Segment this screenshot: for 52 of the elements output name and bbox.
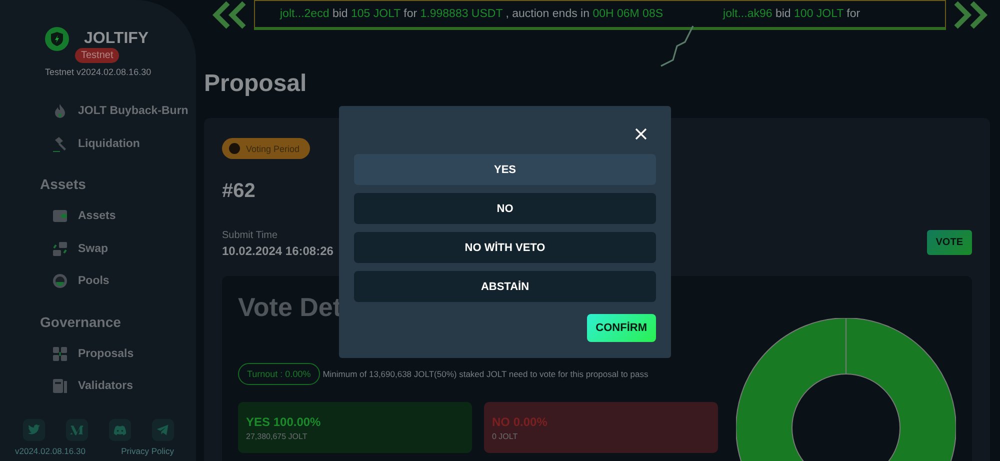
grid-icon [52,346,68,362]
result-percentage: NO 0.00% [492,414,548,428]
close-button[interactable] [635,128,647,140]
ticker-message: jolt...2ecd bid 105 JOLT for 1.998883 USDT , auction ends in 00H 06M 08S [280,8,664,20]
vote-button[interactable]: VOTE [926,230,972,255]
vote-option[interactable]: NO [354,193,656,224]
medium-icon [70,422,84,436]
shield-logo-icon [45,27,69,51]
page-title: Proposal [204,70,307,98]
submit-time-label: Submit Time [222,230,279,241]
hammer-icon [52,136,68,152]
status-badge: Voting Period [222,138,310,159]
sidebar-item[interactable]: Proposals [40,338,196,370]
sidebar-item[interactable]: Liquidation [40,128,196,160]
confirm-button[interactable]: CONFİRM [586,314,656,342]
swap-icon [52,240,68,257]
result-amount: 27,380,675 JOLT [246,432,308,440]
section-heading: Assets [40,176,87,192]
brand-name: JOLTIFY [84,30,149,48]
ticker-message: jolt...ak96 bid 100 JOLT for [723,8,860,20]
flame-icon [52,103,68,120]
section-heading: Governance [40,314,122,330]
vote-option[interactable]: ABSTAİN [354,271,656,302]
sidebar-item[interactable]: Assets [40,200,196,232]
social-link[interactable] [23,418,45,440]
sidebar-item[interactable]: Pools [40,265,196,298]
turnout-badge: Turnout : 0.00% [238,363,320,385]
network-badge: Testnet [75,48,120,63]
result-percentage: YES 100.00% [246,414,322,428]
discord-icon [113,422,127,436]
twitter-icon [27,422,41,436]
sidebar-item[interactable]: Validators [40,370,196,402]
wallet-icon [52,208,68,224]
version-text: Testnet v2024.02.08.16.30 [44,67,152,77]
version-text: v2024.02.08.16.30 [15,446,86,456]
sidebar-item[interactable]: JOLT Buyback-Burn [40,95,196,128]
telegram-icon [156,422,170,436]
vote-option[interactable]: NO WİTH VETO [354,232,656,263]
social-link[interactable] [152,418,174,440]
social-link[interactable] [109,418,131,440]
server-icon [52,378,68,394]
privacy-policy-link[interactable]: Privacy Policy [121,446,174,456]
sidebar-item[interactable]: Swap [40,232,196,265]
result-amount: 0 JOLT [492,432,519,440]
quorum-note: Minimum of 13,690,638 JOLT(50%) staked JOLT need to vote for this proposal to pass [322,369,648,379]
close-icon [635,128,647,140]
vote-details-title: Vote Det [238,292,342,323]
vote-option[interactable]: YES [354,154,656,185]
circle-icon [52,273,68,290]
proposal-number: #62 [222,180,256,203]
social-link[interactable] [66,418,88,440]
submit-time: 10.02.2024 16:08:26 [222,244,334,258]
